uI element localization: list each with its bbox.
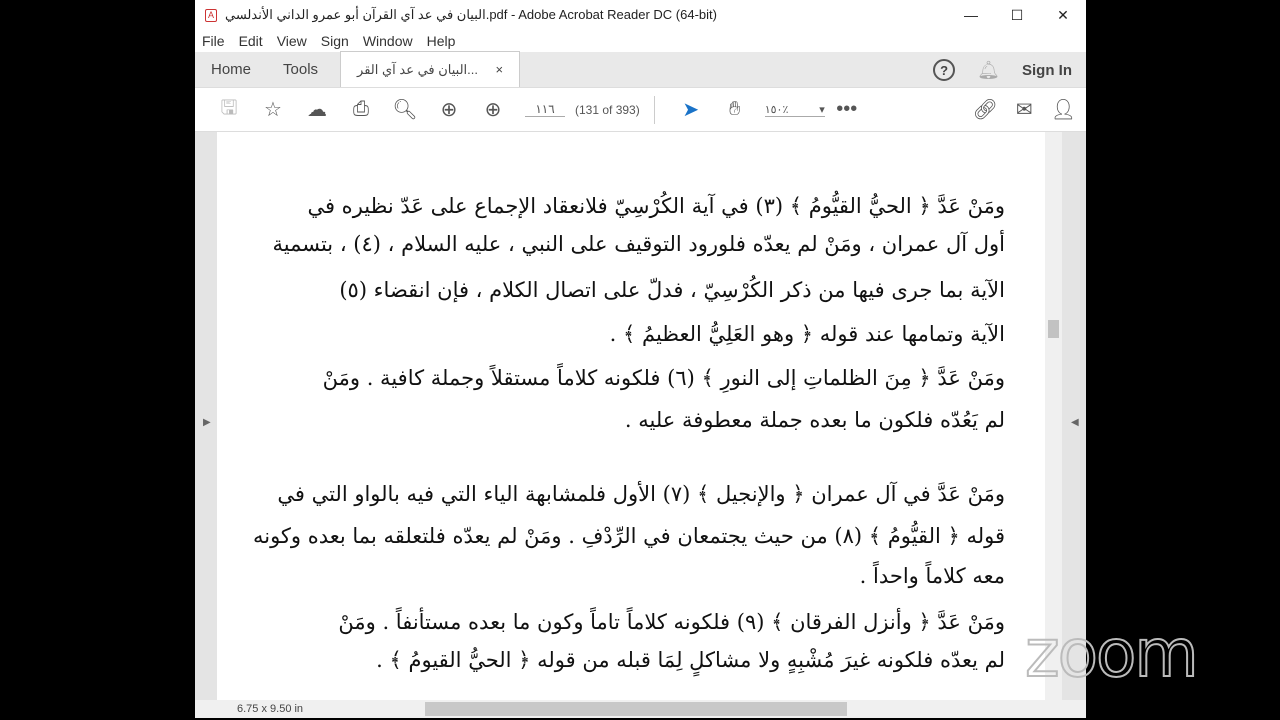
page-size: 6.75 x 9.50 in (237, 703, 304, 715)
select-cursor-icon[interactable]: ➤ (669, 97, 713, 122)
text-line: أول آل عمران ، ومَنْ لم يعدّه فلورود الت… (272, 232, 1006, 256)
text-line: لم يَعُدّه فلكون ما بعده جملة معطوفة علي… (624, 408, 1005, 432)
status-bar: 6.75 x 9.50 in (195, 700, 1086, 718)
previous-page-icon[interactable]: ⊕ (427, 97, 471, 122)
horizontal-scrollbar-thumb[interactable] (425, 702, 847, 716)
left-panel-toggle-icon[interactable]: ▶ (203, 417, 211, 428)
menu-file[interactable]: File (202, 33, 225, 49)
help-icon[interactable]: ? (933, 59, 956, 81)
menu-edit[interactable]: Edit (239, 33, 263, 49)
text-line: ومَنْ عَدَّ ﴿ الحيُّ القيُّومُ ﴾ (٣) في … (307, 194, 1005, 218)
pdf-page: ومَنْ عَدَّ ﴿ الحيُّ القيُّومُ ﴾ (٣) في … (217, 132, 1045, 700)
document-area[interactable]: ▶ ومَنْ عَدَّ ﴿ الحيُّ القيُّومُ ﴾ (٣) ف… (195, 132, 1086, 700)
maximize-button[interactable]: ☐ (994, 0, 1040, 30)
sign-in-button[interactable]: Sign In (1022, 62, 1072, 79)
share-link-icon[interactable]: 🔗︎ (972, 97, 997, 122)
menu-help[interactable]: Help (427, 33, 456, 49)
tab-home[interactable]: Home (195, 51, 267, 87)
text-line: الآية وتمامها عند قوله ﴿ وهو العَلِيُّ ا… (609, 322, 1005, 346)
save-icon[interactable]: 🖫 (207, 93, 251, 127)
text-line: قوله ﴿ القيُّومُ ﴾ (٨) من حيث يجتمعان في… (252, 524, 1005, 548)
zoom-level-value: ١٥٠٪ (764, 103, 789, 116)
tab-tools[interactable]: Tools (267, 51, 334, 87)
pdf-icon: A (205, 8, 217, 22)
zoom-level-select[interactable]: ١٥٠٪ ▾ (764, 103, 825, 117)
hand-tool-icon[interactable]: ✋︎ (713, 98, 757, 121)
window-title: البيان في عد آي القرآن أبو عمرو الداني ا… (225, 7, 717, 22)
tab-bar: Home Tools البيان في عد آي القر... × ? 🔔… (195, 51, 1086, 88)
text-line: ومَنْ عَدَّ ﴿ وأنزل الفرقان ﴾ (٩) فلكونه… (338, 610, 1005, 634)
add-user-icon[interactable]: 👤︎ (1051, 97, 1076, 122)
zoom-out-icon[interactable]: 🔍︎ (383, 97, 427, 122)
text-line: معه كلاماً واحداً . (859, 564, 1005, 588)
notification-bell-icon[interactable]: 🔔︎ (977, 60, 1000, 81)
text-line: ومَنْ عَدَّ ﴿ مِنَ الظلماتِ إلى النورِ ﴾… (322, 366, 1005, 390)
menu-bar: File Edit View Sign Window Help (195, 30, 1086, 52)
menu-sign[interactable]: Sign (321, 33, 349, 49)
text-line: ومَنْ عَدَّ في آل عمران ﴿ والإنجيل ﴾ (٧)… (277, 482, 1005, 506)
text-line: لم يعدّه فلكونه غيرَ مُشْبِهٍ ولا مشاكلٍ… (376, 648, 1005, 672)
zoom-watermark-logo: zoom (1024, 614, 1200, 693)
tab-document-label: البيان في عد آي القر... (357, 61, 479, 77)
next-page-icon[interactable]: ⊕ (471, 97, 515, 122)
scrollbar-thumb[interactable] (1048, 320, 1059, 338)
tab-close-icon[interactable]: × (495, 62, 503, 77)
minimize-button[interactable]: — (948, 0, 994, 30)
toolbar-divider (653, 95, 655, 124)
upload-cloud-icon[interactable]: ☁ (295, 97, 339, 122)
toolbar: 🖫 ☆ ☁ ⎙ 🔍︎ ⊕ ⊕ ١١٦ (131 of 393) ➤ ✋︎ ١٥٠… (195, 88, 1086, 132)
bookmark-star-icon[interactable]: ☆ (251, 97, 295, 122)
title-bar: A البيان في عد آي القرآن أبو عمرو الداني… (195, 0, 1086, 30)
page-count: (131 of 393) (575, 102, 640, 117)
close-button[interactable]: ✕ (1040, 0, 1086, 30)
print-icon[interactable]: ⎙ (339, 98, 383, 121)
menu-window[interactable]: Window (363, 33, 413, 49)
page-number-input[interactable]: ١١٦ (525, 102, 565, 117)
menu-view[interactable]: View (277, 33, 307, 49)
email-icon[interactable]: ✉ (1016, 97, 1033, 122)
acrobat-window: A البيان في عد آي القرآن أبو عمرو الداني… (195, 0, 1086, 718)
tab-document[interactable]: البيان في عد آي القر... × (340, 51, 521, 87)
right-panel-toggle-icon[interactable]: ◀ (1071, 417, 1079, 428)
more-tools-icon[interactable]: ••• (825, 98, 869, 121)
text-line: الآية بما جرى فيها من ذكر الكُرْسِيّ ، ف… (339, 278, 1005, 302)
